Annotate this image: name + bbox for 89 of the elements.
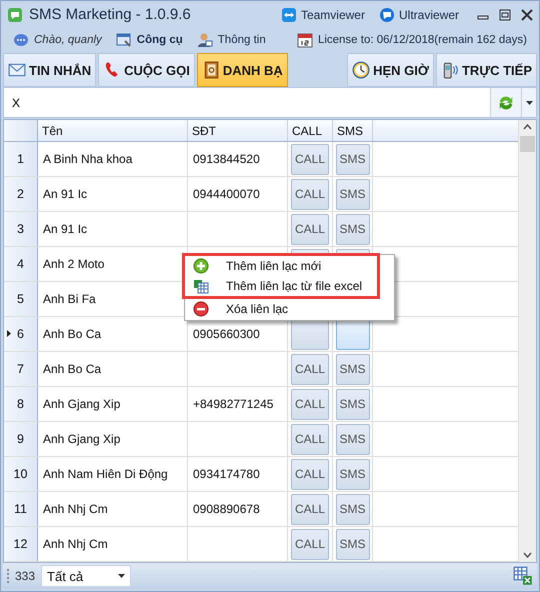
filter-dropdown[interactable]: Tất cả	[41, 565, 132, 587]
row-header[interactable]: 3	[4, 212, 38, 246]
sms-button[interactable]: SMS	[336, 144, 370, 174]
row-number: 2	[17, 187, 24, 201]
row-header[interactable]: 9	[4, 422, 38, 456]
row-header[interactable]: 10	[4, 457, 38, 491]
row-number: 3	[17, 222, 24, 236]
table-row[interactable]: 10 Anh Nam Hiên Di Động 0934174780 CALL SMS	[4, 457, 518, 492]
table-cell: Anh Gjang Xip	[43, 397, 120, 411]
tab[interactable]: HẸN GIỜ	[347, 53, 434, 87]
table-row[interactable]: 11 Anh Nhj Cm 0908890678 CALL SMS	[4, 492, 518, 527]
call-button[interactable]: CALL	[291, 354, 329, 384]
table-cell: 0905660300	[193, 327, 260, 341]
app-link[interactable]: Ultraviewer	[378, 6, 459, 22]
table-cell: +84982771245	[193, 397, 274, 411]
row-number: 1	[17, 152, 24, 166]
column-header[interactable]: Tên	[38, 120, 188, 141]
row-header[interactable]: 1	[4, 142, 38, 176]
tab[interactable]: TIN NHẮN	[3, 53, 96, 87]
table-cell: Anh Nhj Cm	[43, 502, 108, 516]
row-header[interactable]: 6	[4, 317, 38, 351]
row-number: 12	[14, 537, 28, 551]
row-number: 5	[17, 292, 24, 306]
row-number: 4	[17, 257, 24, 271]
table-cell: An 91 Ic	[43, 187, 88, 201]
table-cell: Anh Gjang Xip	[43, 432, 120, 446]
row-header[interactable]: 11	[4, 492, 38, 526]
table-row[interactable]: 1 A Binh Nha khoa 0913844520 CALL SMS	[4, 142, 518, 177]
row-header[interactable]: 8	[4, 387, 38, 421]
sms-button[interactable]: SMS	[336, 178, 370, 210]
table-row[interactable]: 9 Anh Gjang Xip CALL SMS	[4, 422, 518, 457]
row-header[interactable]: 5	[4, 282, 38, 316]
toolbar-item[interactable]: Công cụ	[116, 32, 183, 48]
row-header[interactable]: 2	[4, 177, 38, 211]
toolbar-item[interactable]: Thông tin	[196, 32, 266, 48]
row-number: 9	[17, 432, 24, 446]
table-row[interactable]: 3 An 91 Ic CALL SMS	[4, 212, 518, 247]
table-cell: Anh Nhj Cm	[43, 537, 108, 551]
call-button[interactable]: CALL	[291, 214, 329, 244]
license-text: License to: 06/12/2018(remain 162 days)	[318, 34, 527, 46]
row-number: 8	[17, 397, 24, 411]
call-button[interactable]: CALL	[291, 458, 329, 490]
table-cell: Anh Nam Hiên Di Động	[43, 467, 168, 481]
table-cell: Anh Bo Ca	[43, 327, 102, 341]
record-count: 333	[7, 569, 36, 583]
tab[interactable]: TRỰC TIẾP	[436, 53, 537, 87]
sms-button[interactable]: SMS	[336, 458, 370, 490]
menu-item[interactable]: Thêm liên lạc mới	[185, 256, 377, 276]
table-row[interactable]: 2 An 91 Ic 0944400070 CALL SMS	[4, 177, 518, 212]
call-button[interactable]: CALL	[291, 528, 329, 560]
table-row[interactable]: 7 Anh Bo Ca CALL SMS	[4, 352, 518, 387]
sms-button[interactable]: SMS	[336, 494, 370, 524]
tab[interactable]: CUỘC GỌI	[98, 53, 195, 87]
tab[interactable]: DANH BẠ	[196, 53, 288, 87]
row-number: 11	[14, 502, 27, 516]
row-number: 10	[14, 467, 28, 481]
column-header[interactable]: CALL	[288, 120, 333, 141]
call-button[interactable]: CALL	[291, 178, 329, 210]
row-number: 6	[17, 327, 24, 341]
table-cell: 0934174780	[193, 467, 260, 481]
sms-button[interactable]: SMS	[336, 214, 370, 244]
table-cell: An 91 Ic	[43, 222, 88, 236]
row-header[interactable]: 4	[4, 247, 38, 281]
table-cell: A Binh Nha khoa	[43, 152, 132, 166]
call-button[interactable]: CALL	[291, 424, 329, 454]
table-cell: Anh Bi Fa	[43, 292, 96, 306]
row-header[interactable]: 12	[4, 527, 38, 561]
menu-item[interactable]: Xóa liên lạc	[185, 299, 394, 319]
table-cell: 0908890678	[193, 502, 260, 516]
call-button[interactable]: CALL	[291, 494, 329, 524]
table-cell: Anh Bo Ca	[43, 362, 102, 376]
table-cell: Anh 2 Moto	[43, 257, 104, 271]
sms-button[interactable]: SMS	[336, 528, 370, 560]
window-title: SMS Marketing - 1.0.9.6	[29, 6, 191, 23]
app-link[interactable]: Teamviewer	[280, 6, 365, 22]
sms-button[interactable]: SMS	[336, 424, 370, 454]
column-header[interactable]: SĐT	[188, 120, 288, 141]
row-header[interactable]: 7	[4, 352, 38, 386]
table-cell: 0913844520	[193, 152, 260, 166]
table-cell: 0944400070	[193, 187, 260, 201]
column-header[interactable]: SMS	[333, 120, 373, 141]
table-row[interactable]: 12 Anh Nhj Cm CALL SMS	[4, 527, 518, 562]
greeting-text: Chào, quanly	[34, 34, 102, 46]
table-row[interactable]: 8 Anh Gjang Xip +84982771245 CALL SMS	[4, 387, 518, 422]
call-button[interactable]: CALL	[291, 144, 329, 174]
call-button[interactable]: CALL	[291, 388, 329, 420]
sms-button[interactable]: SMS	[336, 354, 370, 384]
row-number: 7	[17, 362, 24, 376]
sms-button[interactable]: SMS	[336, 388, 370, 420]
